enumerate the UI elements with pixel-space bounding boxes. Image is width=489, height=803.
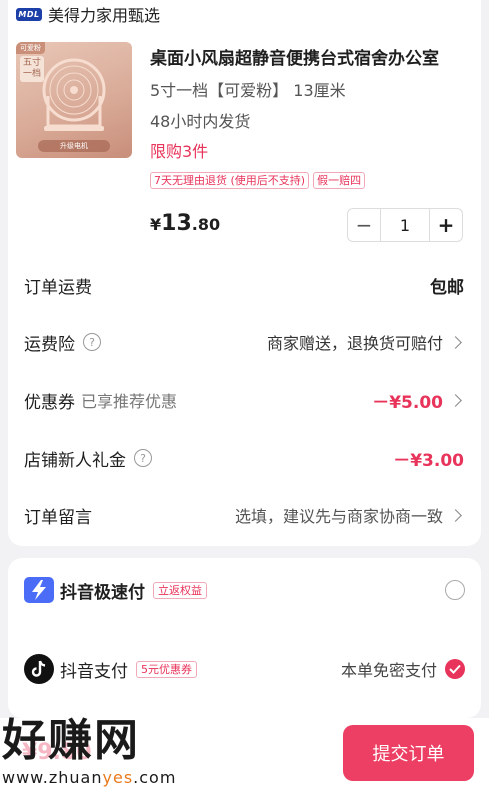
price-currency: ¥	[150, 215, 162, 234]
shipping-time: 48小时内发货	[150, 112, 251, 131]
service-tags: 7天无理由退货 (使用后不支持) 假一赔四	[150, 172, 366, 189]
coupon-value: －¥5.00	[372, 392, 443, 413]
chevron-right-icon	[449, 508, 462, 522]
purchase-limit: 限购3件	[150, 142, 209, 161]
douyin-pay-name: 抖音支付	[60, 661, 128, 682]
fast-pay-badge: 立返权益	[153, 581, 207, 599]
increase-button[interactable]: +	[430, 209, 462, 241]
newcomer-label: 店铺新人礼金	[24, 450, 126, 471]
help-icon[interactable]: ?	[134, 449, 152, 467]
insurance-label: 运费险	[24, 334, 75, 355]
submit-order-button[interactable]: 提交订单	[343, 725, 474, 781]
watermark-url: www.zhuanyes.com	[2, 768, 177, 787]
shop-name: 美得力家用甄选	[48, 6, 161, 25]
quantity-stepper: − 1 +	[347, 208, 463, 242]
shipping-insurance-row[interactable]: 运费险? 商家赠送，退换货可赔付	[24, 330, 464, 355]
shop-header[interactable]: MDL 美得力家用甄选	[16, 4, 161, 25]
authentic-guarantee-tag: 假一赔四	[313, 172, 366, 189]
thumb-size-tag: 五寸 一档	[20, 56, 45, 82]
fast-pay-name: 抖音极速付	[60, 582, 145, 603]
coupon-label: 优惠券	[24, 392, 75, 413]
quantity-value[interactable]: 1	[380, 209, 430, 241]
douyin-pay-option[interactable]: 抖音支付 5元优惠券 本单免密支付	[24, 654, 465, 684]
fast-pay-icon	[24, 577, 54, 603]
newcomer-value: －¥3.00	[393, 450, 464, 471]
selected-check-icon[interactable]	[445, 659, 465, 679]
product-thumbnail[interactable]: 可爱粉 五寸 一档 升级电机	[16, 42, 132, 158]
watermark-text: 好赚网	[2, 715, 140, 766]
shipping-fee-row: 订单运费 包邮	[24, 273, 464, 298]
return-policy-tag: 7天无理由退货 (使用后不支持)	[150, 172, 310, 189]
decrease-button[interactable]: −	[348, 209, 380, 241]
douyin-pay-badge: 5元优惠券	[136, 660, 197, 678]
order-message-row[interactable]: 订单留言 选填，建议先与商家协商一致	[24, 503, 464, 528]
product-title[interactable]: 桌面小风扇超静音便携台式宿舍办公室	[150, 44, 450, 69]
price-integer: 13	[161, 211, 192, 236]
price-decimal: .80	[191, 215, 221, 234]
help-icon[interactable]: ?	[83, 333, 101, 351]
product-spec[interactable]: 5寸一档【可爱粉】 13厘米	[150, 77, 346, 101]
message-label: 订单留言	[24, 507, 92, 528]
thumb-color-tag: 可爱粉	[16, 42, 45, 54]
fast-pay-radio[interactable]	[445, 580, 465, 600]
fan-image-icon	[42, 58, 106, 131]
message-placeholder: 选填，建议先与商家协商一致	[234, 507, 443, 526]
fast-pay-option[interactable]: 抖音极速付 立返权益	[24, 575, 465, 605]
shop-logo-icon: MDL	[16, 7, 42, 21]
douyin-logo-icon	[24, 654, 54, 684]
newcomer-gift-row: 店铺新人礼金? －¥3.00	[24, 446, 464, 471]
chevron-right-icon	[449, 335, 462, 349]
product-price: ¥13.80	[150, 211, 220, 236]
password-free-label: 本单免密支付	[340, 661, 437, 680]
shipping-fee-value: 包邮	[430, 277, 464, 298]
coupon-sub: 已享推荐优惠	[81, 392, 178, 411]
coupon-row[interactable]: 优惠券 已享推荐优惠 －¥5.00	[24, 388, 464, 413]
chevron-right-icon	[449, 393, 462, 407]
insurance-value: 商家赠送，退换货可赔付	[266, 334, 443, 353]
shipping-fee-label: 订单运费	[24, 277, 92, 298]
thumb-feature-tag: 升级电机	[38, 140, 110, 152]
